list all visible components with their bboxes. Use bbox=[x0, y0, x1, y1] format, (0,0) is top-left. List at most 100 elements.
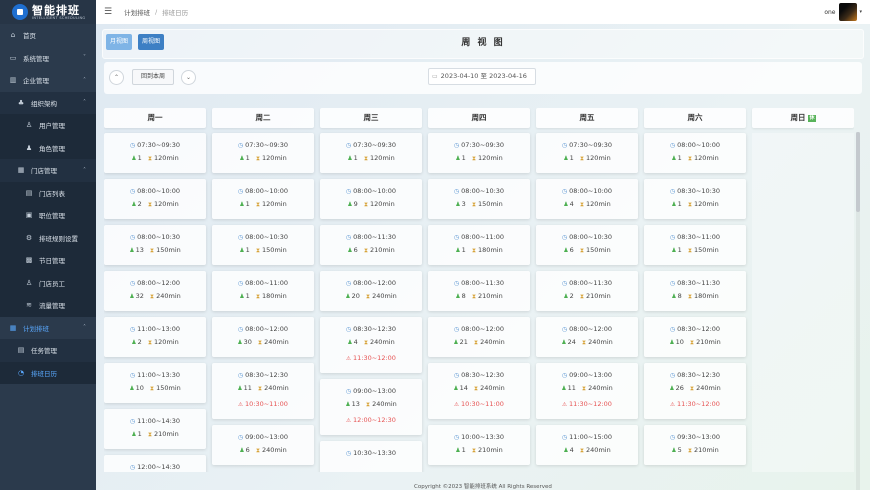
shift-card[interactable]: ◷ 08:00~10:00 ♟4 ⧗ 120min bbox=[536, 179, 638, 219]
shift-card[interactable]: ◷ 09:00~13:00 ♟11 ⧗ 240min ⚠ 11:30~12:00 bbox=[536, 363, 638, 419]
shift-card[interactable]: ◷ 08:00~11:30 ♟6 ⧗ 210min bbox=[320, 225, 422, 265]
sidebar-item-10[interactable]: ▩ 节日管理 bbox=[0, 249, 96, 272]
role-icon: ♟ bbox=[25, 143, 33, 152]
sidebar-item-3[interactable]: ♣ 组织架构 ˄ bbox=[0, 91, 96, 114]
shift-card[interactable]: ◷ 09:30~13:00 ♟5 ⧗ 210min bbox=[644, 425, 746, 465]
shift-duration: 180min bbox=[694, 292, 719, 300]
breadcrumb-parent[interactable]: 计划排班 bbox=[124, 7, 150, 17]
next-week-button[interactable]: ⌄ bbox=[181, 70, 196, 85]
shift-time-row: ◷ 11:00~15:00 bbox=[536, 433, 638, 442]
shift-card[interactable]: ◷ 08:00~12:00 ♟21 ⧗ 240min bbox=[428, 317, 530, 357]
sidebar-item-7[interactable]: ▤ 门店列表 bbox=[0, 181, 96, 204]
shift-meta-row: ♟2 ⧗ 120min bbox=[104, 200, 206, 209]
avatar[interactable] bbox=[839, 3, 858, 21]
shift-duration: 150min bbox=[156, 246, 181, 254]
shift-card[interactable]: ◷ 09:00~13:00 ♟13 ⧗ 240min ⚠ 12:00~12:30 bbox=[320, 379, 422, 435]
shift-card[interactable]: ◷ 08:30~12:30 ♟4 ⧗ 240min ⚠ 11:30~12:00 bbox=[320, 317, 422, 373]
scrollbar-thumb[interactable] bbox=[856, 132, 860, 212]
clock-icon: ◷ bbox=[669, 188, 676, 195]
shift-card[interactable]: ◷ 08:00~10:00 ♟1 ⧗ 120min bbox=[212, 179, 314, 219]
shift-card[interactable]: ◷ 08:00~10:00 ♟9 ⧗ 120min bbox=[320, 179, 422, 219]
hourglass-icon: ⧗ bbox=[473, 339, 479, 346]
shift-time-row: ◷ 11:00~14:30 bbox=[104, 417, 206, 426]
shift-card[interactable]: ◷ 12:00~14:30 bbox=[104, 455, 206, 472]
shift-card[interactable]: ◷ 08:30~12:30 ♟11 ⧗ 240min ⚠ 10:30~11:00 bbox=[212, 363, 314, 419]
shift-time-row: ◷ 07:30~09:30 bbox=[428, 141, 530, 150]
shift-card[interactable]: ◷ 08:00~10:00 ♟1 ⧗ 120min bbox=[644, 133, 746, 173]
people-icon: ♟ bbox=[129, 385, 135, 392]
sidebar-item-12[interactable]: ≋ 流量管理 bbox=[0, 294, 96, 317]
sidebar-item-8[interactable]: ▣ 职位管理 bbox=[0, 204, 96, 227]
shift-card[interactable]: ◷ 08:00~12:00 ♟20 ⧗ 240min bbox=[320, 271, 422, 311]
shift-card[interactable]: ◷ 08:00~11:00 ♟1 ⧗ 180min bbox=[212, 271, 314, 311]
shift-time-row: ◷ 09:00~13:00 bbox=[536, 371, 638, 380]
clock-icon: ◷ bbox=[237, 188, 244, 195]
logo-subtitle: INTELLIGENT SCHEDULING bbox=[32, 15, 86, 20]
shift-card[interactable]: ◷ 10:00~13:30 ♟1 ⧗ 210min bbox=[428, 425, 530, 465]
date-range-picker[interactable]: ▭ 2023-04-10 至 2023-04-16 bbox=[428, 68, 536, 85]
shift-time: 08:30~12:30 bbox=[677, 371, 721, 379]
shift-card[interactable]: ◷ 08:30~11:30 ♟8 ⧗ 180min bbox=[644, 271, 746, 311]
caret-down-icon[interactable]: ▾ bbox=[859, 9, 862, 15]
sidebar-item-11[interactable]: ♙ 门店员工 bbox=[0, 271, 96, 294]
sidebar-item-1[interactable]: ▭ 系统管理 ˅ bbox=[0, 46, 96, 69]
shift-card[interactable]: ◷ 08:00~12:00 ♟30 ⧗ 240min bbox=[212, 317, 314, 357]
shift-time-row: ◷ 08:30~10:30 bbox=[644, 187, 746, 196]
hourglass-icon: ⧗ bbox=[147, 155, 153, 162]
shift-card[interactable]: ◷ 08:00~10:00 ♟2 ⧗ 120min bbox=[104, 179, 206, 219]
shift-time-row: ◷ 08:00~12:00 bbox=[428, 325, 530, 334]
sidebar-item-0[interactable]: ⌂ 首页 bbox=[0, 24, 96, 47]
sidebar-item-2[interactable]: ▥ 企业管理 ˄ bbox=[0, 69, 96, 92]
user-name: one bbox=[824, 8, 836, 16]
people-icon: ♟ bbox=[455, 447, 461, 454]
shift-card[interactable]: ◷ 11:00~13:30 ♟10 ⧗ 150min bbox=[104, 363, 206, 403]
shift-card[interactable]: ◷ 08:00~11:00 ♟1 ⧗ 180min bbox=[428, 225, 530, 265]
shift-card[interactable]: ◷ 08:00~11:30 ♟8 ⧗ 210min bbox=[428, 271, 530, 311]
scrollbar[interactable] bbox=[856, 132, 860, 490]
sidebar-item-15[interactable]: ◔ 排班日历 bbox=[0, 361, 96, 384]
warning-icon: ⚠ bbox=[238, 402, 243, 408]
shift-card[interactable]: ◷ 07:30~09:30 ♟1 ⧗ 120min bbox=[320, 133, 422, 173]
shift-card[interactable]: ◷ 08:30~12:30 ♟14 ⧗ 240min ⚠ 10:30~11:00 bbox=[428, 363, 530, 419]
menu-toggle-icon[interactable]: ☰ bbox=[104, 7, 112, 17]
previous-week-button[interactable]: ⌃ bbox=[109, 70, 124, 85]
shift-card[interactable]: ◷ 08:00~10:30 ♟3 ⧗ 150min bbox=[428, 179, 530, 219]
shift-card[interactable]: ◷ 07:30~09:30 ♟1 ⧗ 120min bbox=[212, 133, 314, 173]
shift-card[interactable]: ◷ 07:30~09:30 ♟1 ⧗ 120min bbox=[536, 133, 638, 173]
sidebar-item-4[interactable]: ♙ 用户管理 bbox=[0, 114, 96, 137]
back-to-this-week-button[interactable]: 回到本周 bbox=[132, 69, 175, 85]
shift-card[interactable]: ◷ 08:30~11:00 ♟1 ⧗ 150min bbox=[644, 225, 746, 265]
user-menu[interactable]: one ▾ bbox=[824, 3, 862, 21]
sidebar-item-9[interactable]: ⚙ 排班规则设置 bbox=[0, 226, 96, 249]
shift-card[interactable]: ◷ 11:00~13:00 ♟2 ⧗ 120min bbox=[104, 317, 206, 357]
sidebar-item-6[interactable]: ▦ 门店管理 ˄ bbox=[0, 159, 96, 182]
shift-card[interactable]: ◷ 08:00~12:00 ♟24 ⧗ 240min bbox=[536, 317, 638, 357]
shift-card[interactable]: ◷ 08:30~12:30 ♟26 ⧗ 240min ⚠ 11:30~12:00 bbox=[644, 363, 746, 419]
shift-card[interactable]: ◷ 07:30~09:30 ♟1 ⧗ 120min bbox=[428, 133, 530, 173]
hourglass-icon: ⧗ bbox=[687, 201, 693, 208]
shift-card[interactable]: ◷ 08:00~10:30 ♟6 ⧗ 150min bbox=[536, 225, 638, 265]
shift-card[interactable]: ◷ 08:00~10:30 ♟13 ⧗ 150min bbox=[104, 225, 206, 265]
shift-card[interactable]: ◷ 09:00~13:00 ♟6 ⧗ 240min bbox=[212, 425, 314, 465]
sidebar-item-label: 企业管理 bbox=[23, 77, 49, 86]
shift-card[interactable]: ◷ 08:30~12:00 ♟10 ⧗ 210min bbox=[644, 317, 746, 357]
sidebar-item-14[interactable]: ▤ 任务管理 bbox=[0, 339, 96, 362]
shift-card[interactable]: ◷ 08:00~10:30 ♟1 ⧗ 150min bbox=[212, 225, 314, 265]
shift-card[interactable]: ◷ 11:00~15:00 ♟4 ⧗ 240min bbox=[536, 425, 638, 465]
shift-time-row: ◷ 08:00~10:00 bbox=[644, 141, 746, 150]
sidebar-item-13[interactable]: ▦ 计划排班 ˄ bbox=[0, 316, 96, 339]
hourglass-icon: ⧗ bbox=[471, 293, 477, 300]
shift-card[interactable]: ◷ 10:30~13:30 bbox=[320, 441, 422, 472]
shift-card[interactable]: ◷ 08:00~12:00 ♟32 ⧗ 240min bbox=[104, 271, 206, 311]
shift-card[interactable]: ◷ 11:00~14:30 ♟1 ⧗ 210min bbox=[104, 409, 206, 449]
logo[interactable]: 智能排班 INTELLIGENT SCHEDULING bbox=[0, 0, 96, 24]
people-count: 11 bbox=[243, 384, 252, 392]
shift-time: 11:00~15:00 bbox=[569, 433, 613, 441]
shift-card[interactable]: ◷ 07:30~09:30 ♟1 ⧗ 120min bbox=[104, 133, 206, 173]
shift-card[interactable]: ◷ 08:00~11:30 ♟2 ⧗ 210min bbox=[536, 271, 638, 311]
shift-card[interactable]: ◷ 08:30~10:30 ♟1 ⧗ 120min bbox=[644, 179, 746, 219]
store-icon: ▦ bbox=[17, 166, 25, 175]
sidebar-item-5[interactable]: ♟ 角色管理 bbox=[0, 136, 96, 159]
shift-time: 08:00~12:00 bbox=[461, 325, 505, 333]
shift-duration: 240min bbox=[588, 338, 613, 346]
